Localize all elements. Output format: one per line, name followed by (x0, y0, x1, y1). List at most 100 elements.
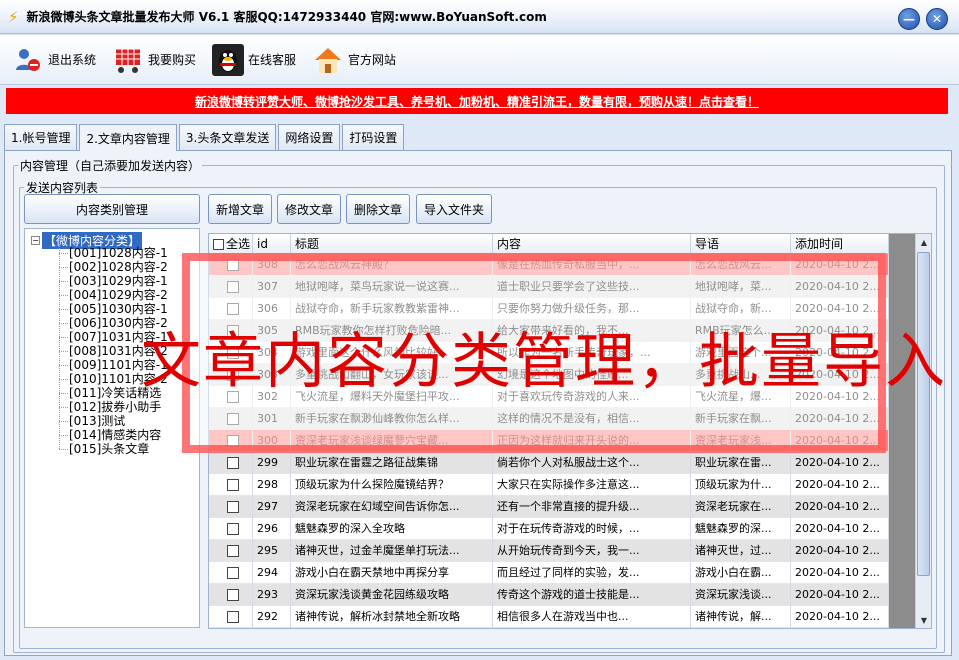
row-checkbox-cell[interactable] (209, 606, 253, 628)
tree-node[interactable]: [015]头条文章 (69, 442, 149, 456)
scroll-down-icon[interactable]: ▼ (916, 612, 931, 628)
category-manage-button[interactable]: 内容类别管理 (24, 194, 200, 224)
collapse-icon[interactable]: − (31, 236, 40, 245)
tree-guide-line (59, 323, 68, 324)
tree-node[interactable]: [001]1028内容-1 (69, 246, 168, 260)
cell-lead: 地狱咆哮，菜... (691, 276, 791, 298)
row-checkbox[interactable] (227, 589, 239, 601)
minimize-button[interactable]: — (898, 8, 920, 30)
cell-id: 295 (253, 540, 291, 562)
official-website-button[interactable]: 官方网站 (312, 40, 396, 80)
cell-title: 顶级玩家为什么探险魔镜结界？ (291, 474, 493, 496)
import-folder-button[interactable]: 导入文件夹 (416, 194, 492, 224)
table-row[interactable]: 296 魑魅森罗的深入全攻略 对于在玩传奇游戏的时候，... 魑魅森罗的深... 202… (209, 518, 889, 540)
scroll-thumb[interactable] (917, 252, 930, 576)
select-all-header[interactable]: 全选 (209, 234, 253, 254)
id-header[interactable]: id (253, 234, 291, 254)
table-row[interactable]: 294 游戏小白在霸天禁地中再探分享 而且经过了同样的实验，发... 游戏小白在霸..… (209, 562, 889, 584)
edit-article-button[interactable]: 修改文章 (277, 194, 341, 224)
add-article-button[interactable]: 新增文章 (208, 194, 272, 224)
title-bar: ⚡ 新浪微博头条文章批量发布大师 V6.1 客服QQ:1472933440 官网… (0, 0, 959, 34)
cell-lead: 资深老玩家在... (691, 496, 791, 518)
row-checkbox[interactable] (227, 567, 239, 579)
table-row[interactable]: 295 诸神灭世，过金羊魔堡单打玩法... 从开始玩传奇到今天，我一... 诸神灭世，… (209, 540, 889, 562)
row-checkbox-cell[interactable] (209, 430, 253, 452)
cell-content: 这样的情况不是没有，相信... (493, 408, 691, 430)
tree-node[interactable]: [014]情感类内容 (69, 428, 161, 442)
select-all-checkbox[interactable] (213, 238, 224, 250)
delete-article-button[interactable]: 删除文章 (346, 194, 410, 224)
tree-guide-line (59, 365, 68, 366)
table-row[interactable]: 301 新手玩家在飘渺仙峰教你怎么样... 这样的情况不是没有，相信... 新手玩家在… (209, 408, 889, 430)
grid-header: 全选 id 标题 内容 导语 添加时间 (209, 234, 889, 254)
row-checkbox[interactable] (227, 611, 239, 623)
home-icon (312, 44, 344, 76)
tree-node[interactable]: [004]1029内容-2 (69, 288, 168, 302)
row-checkbox-cell[interactable] (209, 584, 253, 606)
row-checkbox[interactable] (227, 413, 239, 425)
table-row[interactable]: 307 地狱咆哮，菜鸟玩家说一说这赛... 道士职业只要学会了这些技... 地狱咆哮，… (209, 276, 889, 298)
row-checkbox[interactable] (227, 259, 239, 271)
content-header[interactable]: 内容 (493, 234, 691, 254)
online-support-button[interactable]: 在线客服 (212, 40, 296, 80)
cell-content: 还有一个非常直接的提升级... (493, 496, 691, 518)
row-checkbox-cell[interactable] (209, 408, 253, 430)
row-checkbox[interactable] (227, 523, 239, 535)
tab-send[interactable]: 3.头条文章发送 (178, 124, 277, 150)
row-checkbox-cell[interactable] (209, 276, 253, 298)
content-management-legend: 内容管理（自己添要加发送内容） (20, 159, 201, 173)
tree-node[interactable]: [013]测试 (69, 414, 125, 428)
cell-lead: 资深玩家浅谈... (691, 584, 791, 606)
row-checkbox[interactable] (227, 281, 239, 293)
row-checkbox-cell[interactable] (209, 254, 253, 276)
cell-content: 道士职业只要学会了这些技... (493, 276, 691, 298)
table-row[interactable]: 299 职业玩家在雷霆之路征战集锦 倘若你个人对私服战士这个... 职业玩家在雷...… (209, 452, 889, 474)
vertical-scrollbar[interactable]: ▲ ▼ (915, 234, 931, 628)
row-checkbox-cell[interactable] (209, 540, 253, 562)
cell-time: 2020-04-10 2... (791, 452, 889, 474)
table-row[interactable]: 300 资深老玩家浅谈绿魔蓼穴宝藏... 正因为这样就归来开头说的... 资深老玩家浅… (209, 430, 889, 452)
tab-account[interactable]: 1.帐号管理 (4, 124, 78, 150)
buy-button[interactable]: 我要购买 (112, 40, 196, 80)
row-checkbox-cell[interactable] (209, 562, 253, 584)
row-checkbox[interactable] (227, 479, 239, 491)
category-tree[interactable]: − 【微博内容分类】 [001]1028内容-1 [002]1028内容-2 [00… (24, 228, 200, 628)
promo-banner-link[interactable]: 新浪微博转评赞大师、微博抢沙发工具、养号机、加粉机、精准引流王，数量有限，预购从… (195, 93, 759, 110)
table-row[interactable]: 298 顶级玩家为什么探险魔镜结界？ 大家只在实际操作多注意这... 顶级玩家为什..… (209, 474, 889, 496)
cell-title: 游戏小白在霸天禁地中再探分享 (291, 562, 493, 584)
table-row[interactable]: 293 资深玩家浅谈黄金花园练级攻略 传奇这个游戏的道士技能是... 资深玩家浅谈..… (209, 584, 889, 606)
promo-banner[interactable]: 新浪微博转评赞大师、微博抢沙发工具、养号机、加粉机、精准引流王，数量有限，预购从… (6, 88, 948, 114)
article-grid[interactable]: 全选 id 标题 内容 导语 添加时间 308 怎么恋战风云神殿？ 像是在热血传奇私… (208, 233, 932, 629)
tree-guide-line (59, 421, 68, 422)
tab-captcha[interactable]: 打码设置 (342, 124, 405, 150)
cell-id: 292 (253, 606, 291, 628)
row-checkbox[interactable] (227, 545, 239, 557)
time-header[interactable]: 添加时间 (791, 234, 889, 254)
row-checkbox[interactable] (227, 435, 239, 447)
cell-id: 294 (253, 562, 291, 584)
tree-node[interactable]: [002]1028内容-2 (69, 260, 168, 274)
row-checkbox-cell[interactable] (209, 496, 253, 518)
cell-lead: 魑魅森罗的深... (691, 518, 791, 540)
row-checkbox[interactable] (227, 501, 239, 513)
scroll-up-icon[interactable]: ▲ (916, 234, 931, 250)
cell-content: 从开始玩传奇到今天，我一... (493, 540, 691, 562)
row-checkbox-cell[interactable] (209, 474, 253, 496)
close-button[interactable]: ✕ (926, 8, 948, 30)
table-row[interactable]: 308 怎么恋战风云神殿？ 像是在热血传奇私服当中，... 怎么恋战风云... 2020… (209, 254, 889, 276)
row-checkbox-cell[interactable] (209, 452, 253, 474)
title-header[interactable]: 标题 (291, 234, 493, 254)
tree-node[interactable]: [003]1029内容-1 (69, 274, 168, 288)
table-row[interactable]: 292 诸神传说，解析冰封禁地全新攻略 相信很多人在游戏当中也... 诸神传说，解..… (209, 606, 889, 628)
logout-button[interactable]: 退出系统 (12, 40, 96, 80)
lead-header[interactable]: 导语 (691, 234, 791, 254)
tab-network[interactable]: 网络设置 (278, 124, 341, 150)
row-checkbox-cell[interactable] (209, 518, 253, 540)
tree-node[interactable]: [012]拔券小助手 (69, 400, 161, 414)
row-checkbox[interactable] (227, 457, 239, 469)
cell-lead: 顶级玩家为什... (691, 474, 791, 496)
cell-lead: 怎么恋战风云... (691, 254, 791, 276)
tab-content[interactable]: 2.文章内容管理 (79, 124, 177, 151)
cell-id: 307 (253, 276, 291, 298)
table-row[interactable]: 297 资深老玩家在幻域空间告诉你怎... 还有一个非常直接的提升级... 资深老玩家… (209, 496, 889, 518)
